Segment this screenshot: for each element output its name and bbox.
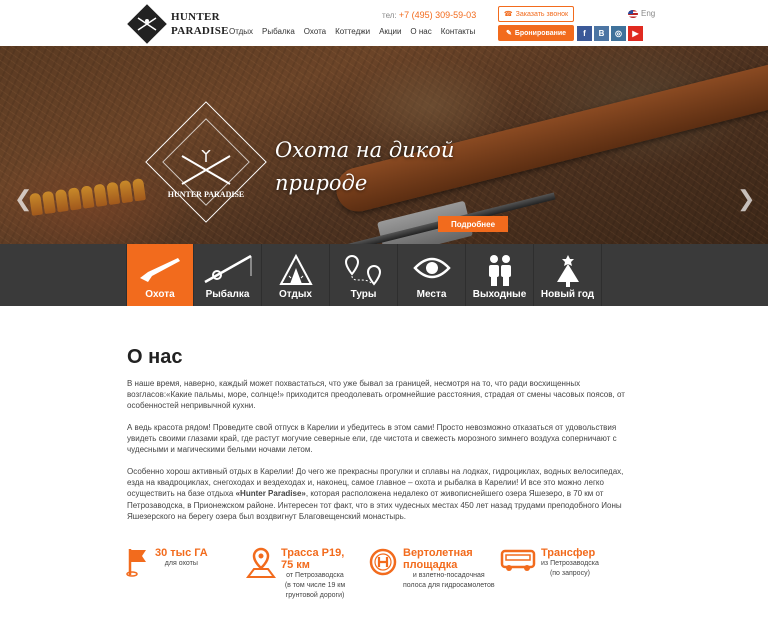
feature-sub: из Петрозаводска	[541, 560, 599, 567]
social-links: f B ◎ ▶	[577, 26, 643, 41]
youtube-icon[interactable]: ▶	[628, 26, 643, 41]
language-switch[interactable]: Eng	[628, 9, 655, 18]
map-pin-icon	[246, 547, 276, 578]
about-paragraph-2: А ведь красота рядом! Проведите свой отп…	[127, 423, 617, 455]
main-nav: Отдых Рыбалка Охота Коттеджи Акции О нас…	[229, 27, 475, 36]
flag-icon	[126, 549, 146, 577]
logo-line2: PARADISE	[171, 25, 229, 37]
eye-icon	[412, 257, 451, 279]
feature-heading: 30 тыс ГА	[155, 547, 208, 559]
feature-road: Трасса Р19, 75 км от Петрозаводска (в то…	[246, 547, 349, 601]
category-label: Отдых	[279, 289, 312, 300]
category-label: Охота	[145, 289, 175, 300]
feature-heading: Вертолетная площадка	[403, 547, 473, 571]
feature-heading: Трасса Р19, 75 км	[281, 547, 345, 571]
logo[interactable]: HUNTER PARADISE	[127, 4, 229, 44]
feature-sub: от Петрозаводска	[286, 572, 344, 579]
christmas-tree-icon	[556, 255, 579, 287]
phone: тел: +7 (495) 309-59-03	[382, 10, 476, 20]
hero-title: Охота на дикой природе	[275, 134, 454, 200]
vk-icon[interactable]: B	[594, 26, 609, 41]
chevron-right-icon[interactable]: ❯	[737, 186, 755, 212]
category-new-year[interactable]: Новый год	[534, 244, 602, 306]
category-places[interactable]: Места	[398, 244, 466, 306]
category-fishing[interactable]: Рыбалка	[194, 244, 262, 306]
logo-line1: HUNTER	[171, 11, 220, 23]
about-p3-brand: «Hunter Paradise»	[235, 489, 306, 499]
feature-sub: (в том числе 19 км	[284, 582, 346, 589]
phone-number[interactable]: +7 (495) 309-59-03	[399, 10, 476, 20]
badge-title: HUNTER PARADISE	[167, 190, 245, 199]
phone-prefix: тел:	[382, 11, 397, 20]
crossed-rifles-icon	[181, 150, 231, 185]
nav-item-rest[interactable]: Отдых	[229, 27, 253, 36]
category-bar: Охота Рыбалка Отдых Туры Места Выходные …	[0, 244, 768, 306]
route-pins-icon	[344, 254, 381, 286]
about-title: О нас	[127, 346, 183, 368]
hero-more-button[interactable]: Подробнее	[438, 216, 508, 232]
booking-label: Бронирование	[514, 29, 567, 37]
hero-title-line1: Охота на дикой	[275, 138, 455, 162]
category-label: Туры	[350, 289, 377, 300]
people-icon	[488, 255, 511, 286]
category-rest[interactable]: Отдых	[262, 244, 330, 306]
category-label: Места	[416, 289, 447, 300]
nav-item-contacts[interactable]: Контакты	[441, 27, 476, 36]
category-weekends[interactable]: Выходные	[466, 244, 534, 306]
feature-helipad: Вертолетная площадка и взлетно-посадочна…	[368, 547, 495, 591]
shotgun-shells-image	[29, 178, 146, 216]
feature-sub: грунтовой дороги)	[285, 592, 345, 599]
logo-emblem-icon	[127, 4, 167, 44]
category-label: Выходные	[472, 289, 527, 300]
site-header: HUNTER PARADISE Отдых Рыбалка Охота Котт…	[0, 0, 768, 46]
instagram-icon[interactable]: ◎	[611, 26, 626, 41]
feature-sub: для охоты	[164, 560, 198, 567]
nav-item-fishing[interactable]: Рыбалка	[262, 27, 295, 36]
hero-badge: HUNTER PARADISE	[145, 101, 267, 223]
feature-sub: и взлетно-посадочная	[412, 572, 485, 579]
booking-button[interactable]: ✎ Бронирование	[498, 25, 574, 41]
hero-title-line2: природе	[275, 171, 368, 195]
hero-slider: HUNTER PARADISE Охота на дикой природе П…	[0, 46, 768, 244]
language-label: Eng	[641, 9, 656, 18]
facebook-icon[interactable]: f	[577, 26, 592, 41]
fishing-rod-icon	[203, 254, 252, 284]
feature-sub: полоса для гидросамолетов	[403, 582, 495, 589]
category-tours[interactable]: Туры	[330, 244, 398, 306]
chevron-left-icon[interactable]: ❮	[14, 186, 32, 212]
nav-item-about[interactable]: О нас	[410, 27, 431, 36]
bus-icon	[500, 549, 536, 571]
us-flag-icon	[628, 9, 638, 18]
tent-icon	[278, 254, 313, 285]
helipad-icon	[369, 548, 397, 576]
feature-hunting-area: 30 тыс ГА для охоты	[126, 547, 208, 577]
rifle-icon	[140, 258, 180, 282]
about-paragraph-1: В наше время, наверно, каждый может похв…	[127, 379, 625, 411]
category-hunting[interactable]: Охота	[126, 244, 194, 306]
feature-transfer: Трансфер из Петрозаводска (по запросу)	[500, 547, 599, 579]
feature-heading: Трансфер	[541, 547, 596, 559]
category-label: Новый год	[540, 289, 595, 300]
phone-icon: ☎	[503, 11, 513, 18]
wrench-icon: ✎	[505, 30, 512, 37]
nav-item-promos[interactable]: Акции	[379, 27, 401, 36]
nav-item-cottages[interactable]: Коттеджи	[335, 27, 370, 36]
nav-item-hunting[interactable]: Охота	[304, 27, 326, 36]
about-paragraph-3: Особенно хорош активный отдых в Карелии!…	[127, 466, 639, 522]
feature-sub: (по запросу)	[549, 570, 590, 577]
category-label: Рыбалка	[205, 289, 250, 300]
request-call-button[interactable]: ☎ Заказать звонок	[498, 6, 574, 22]
request-call-label: Заказать звонок	[515, 10, 569, 18]
